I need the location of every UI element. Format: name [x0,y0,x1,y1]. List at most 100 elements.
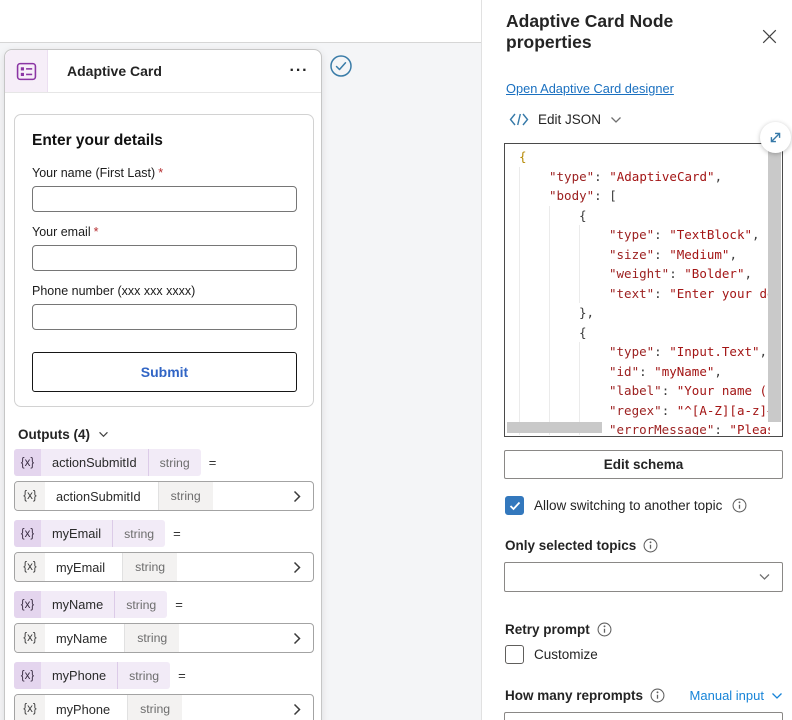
customize-checkbox[interactable] [505,645,524,664]
variable-icon: {x} [14,591,41,618]
edit-json-dropdown[interactable]: Edit JSON [509,112,622,127]
json-code[interactable]: {"type": "AdaptiveCard", "body": [{"type"… [519,147,770,435]
variable-pill[interactable]: {x} myPhone string [14,662,171,689]
variable-name: myName [56,630,108,646]
adaptive-card-node[interactable]: Adaptive Card ··· Enter your details You… [4,49,322,720]
variable-name: myPhone [56,701,111,717]
phone-input[interactable] [32,304,297,330]
variable-type: string [117,662,170,689]
name-field-label: Your name (First Last) * [32,166,297,180]
output-pill-row: {x} myName string = [14,591,314,618]
required-asterisk: * [158,166,164,180]
node-more-button[interactable]: ··· [277,50,321,92]
manual-input-label: Manual input [689,688,764,703]
variable-name: myPhone [52,668,107,683]
customize-row: Customize [505,645,598,664]
variable-icon: {x} [14,662,41,689]
field-label-text: Your name (First Last) [32,166,156,180]
variable-icon: {x} [15,695,45,720]
equals-sign: = [175,597,183,612]
outputs-section: Outputs (4) {x} actionSubmitId string = … [14,427,314,720]
close-icon[interactable] [758,25,780,47]
copilot-studio-screen: Adaptive Card ··· Enter your details You… [0,0,792,720]
chevron-right-icon [293,482,313,510]
name-input[interactable] [32,186,297,212]
check-icon [509,501,520,510]
reprompts-input[interactable] [504,712,783,720]
email-field-label: Your email * [32,225,297,239]
check-circle-icon[interactable] [329,54,353,78]
adaptive-card-preview: Enter your details Your name (First Last… [14,114,314,407]
resize-diagonal-icon [770,132,781,143]
label-text: How many reprompts [505,688,644,703]
editor-vertical-scrollbar[interactable] [768,150,781,422]
label-text: Only selected topics [505,538,637,553]
variable-type: string [147,449,201,476]
chevron-down-icon [611,116,621,123]
manual-input-dropdown[interactable]: Manual input [690,688,783,703]
email-input[interactable] [32,245,297,271]
panel-title: Adaptive Card Node properties [506,11,674,52]
equals-sign: = [173,526,181,541]
chevron-right-icon [293,553,313,581]
variable-selector[interactable]: {x} myName string [14,623,314,653]
variable-type: string [157,482,213,510]
variable-type: string [112,520,165,547]
variable-pill[interactable]: {x} actionSubmitId string [14,449,201,476]
field-label-text: Your email [32,225,91,239]
variable-pill[interactable]: {x} myEmail string [14,520,166,547]
outputs-title-text: Outputs (4) [18,427,90,442]
outputs-header[interactable]: Outputs (4) [18,427,314,442]
json-editor[interactable]: {"type": "AdaptiveCard", "body": [{"type"… [504,122,791,437]
adaptive-card-icon [5,50,48,92]
info-icon[interactable] [650,688,665,703]
info-icon[interactable] [597,622,612,637]
chevron-down-icon [759,574,770,580]
variable-selector[interactable]: {x} actionSubmitId string [14,481,314,511]
variable-pill[interactable]: {x} myName string [14,591,168,618]
customize-label: Customize [534,647,598,662]
variable-icon: {x} [14,520,41,547]
label-text: Retry prompt [505,622,590,637]
variable-name: myName [52,597,104,612]
variable-name: myEmail [52,526,102,541]
variable-name: actionSubmitId [56,488,141,504]
only-selected-topics-label: Only selected topics [505,538,658,553]
output-pill-row: {x} actionSubmitId string = [14,449,314,476]
edit-schema-button[interactable]: Edit schema [504,450,783,479]
output-pill-row: {x} myEmail string = [14,520,314,547]
field-label-text: Phone number (xxx xxx xxxx) [32,284,196,298]
properties-panel: Adaptive Card Node properties Open Adapt… [481,0,792,720]
node-header: Adaptive Card ··· [5,50,321,93]
edit-json-label: Edit JSON [538,112,602,127]
variable-name: actionSubmitId [52,455,137,470]
allow-switching-row: Allow switching to another topic [505,496,747,515]
output-pill-row: {x} myPhone string = [14,662,314,689]
variable-icon: {x} [15,482,45,510]
variable-type: string [124,624,180,652]
topics-dropdown[interactable] [504,562,783,592]
authoring-canvas: Adaptive Card ··· Enter your details You… [0,42,481,720]
chevron-right-icon [293,624,313,652]
required-asterisk: * [93,225,99,239]
variable-selector[interactable]: {x} myPhone string [14,694,314,720]
allow-switching-checkbox[interactable] [505,496,524,515]
phone-field-label: Phone number (xxx xxx xxxx) [32,284,297,298]
equals-sign: = [208,455,217,470]
open-designer-link[interactable]: Open Adaptive Card designer [506,81,674,96]
info-icon[interactable] [732,498,747,513]
allow-switching-label: Allow switching to another topic [534,498,723,513]
variable-name: myEmail [56,559,106,575]
chevron-down-icon [99,431,108,438]
submit-button[interactable]: Submit [32,352,297,392]
card-heading: Enter your details [32,132,163,149]
variable-icon: {x} [14,449,41,476]
expand-editor-button[interactable] [760,122,791,153]
info-icon[interactable] [643,538,658,553]
node-title: Adaptive Card [67,63,162,79]
chevron-right-icon [293,695,313,720]
variable-selector[interactable]: {x} myEmail string [14,552,314,582]
variable-type: string [127,695,183,720]
editor-horizontal-scrollbar[interactable] [507,422,602,433]
chevron-down-icon [772,692,782,699]
